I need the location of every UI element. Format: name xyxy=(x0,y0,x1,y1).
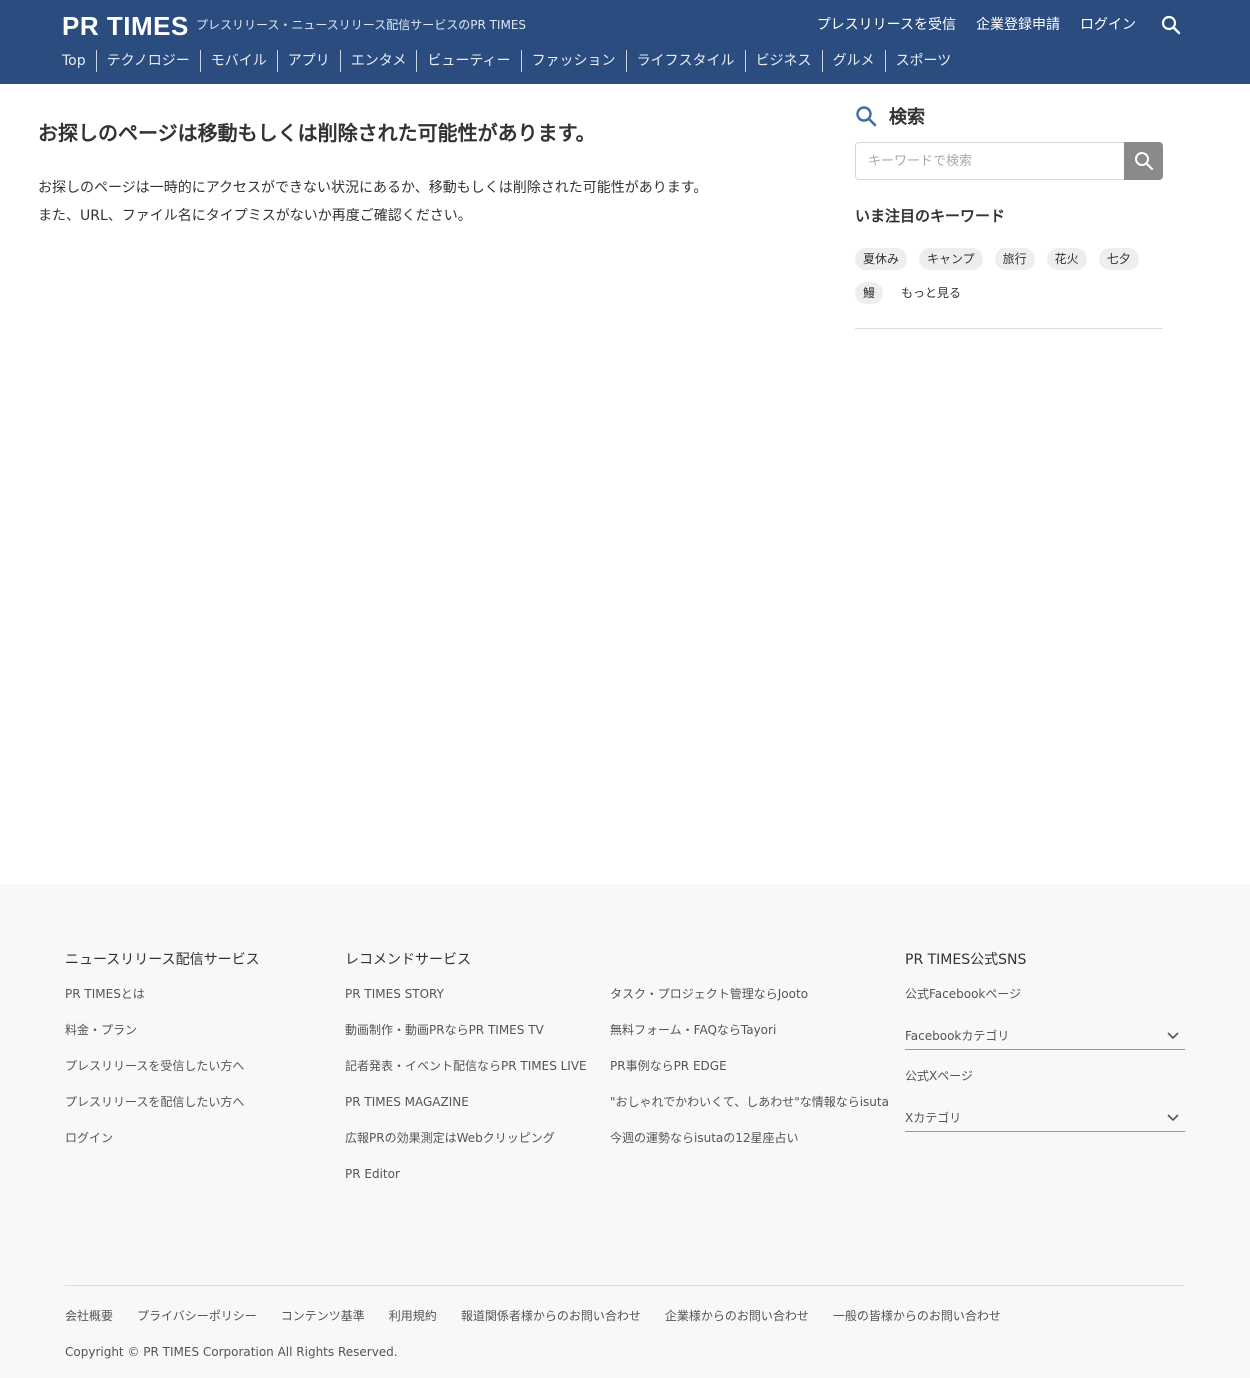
footer-link[interactable]: ログイン xyxy=(65,1130,260,1166)
keyword-tag[interactable]: 夏休み xyxy=(855,248,908,270)
error-message: お探しのページは一時的にアクセスができない状況にあるか、移動もしくは削除された可… xyxy=(38,174,818,230)
footer-link[interactable]: PR TIMES MAGAZINE xyxy=(345,1094,587,1130)
footer-link[interactable]: プレスリリースを受信したい方へ xyxy=(65,1058,260,1094)
footer-column-service: ニュースリリース配信サービス PR TIMESとは 料金・プラン プレスリリース… xyxy=(65,950,260,1166)
search-input[interactable] xyxy=(855,142,1124,180)
footer-link[interactable]: "おしゃれでかわいくて、しあわせ"な情報ならisuta xyxy=(610,1094,889,1130)
category-entertainment[interactable]: エンタメ xyxy=(339,50,417,72)
error-message-line-2: また、URL、ファイル名にタイプミスがないか再度ご確認ください。 xyxy=(38,208,472,224)
site-header: PR TIMES プレスリリース・ニュースリリース配信サービスのPR TIMES… xyxy=(0,0,1250,84)
company-info-link[interactable]: 会社概要 xyxy=(65,1308,113,1324)
keyword-tag[interactable]: 旅行 xyxy=(994,248,1035,270)
category-mobile[interactable]: モバイル xyxy=(199,50,277,72)
footer-column-title: ニュースリリース配信サービス xyxy=(65,952,260,968)
footer-divider xyxy=(65,1285,1185,1286)
general-contact-link[interactable]: 一般の皆様からのお問い合わせ xyxy=(833,1308,1001,1324)
chevron-down-icon xyxy=(1167,1031,1179,1040)
footer-link[interactable]: PR TIMESとは xyxy=(65,986,260,1022)
search-form xyxy=(855,142,1163,180)
trending-keywords: 夏休み キャンプ 旅行 花火 七夕 鰻 もっと見る xyxy=(855,248,1163,304)
company-registration-link[interactable]: 企業登録申請 xyxy=(976,14,1060,36)
category-gourmet[interactable]: グルメ xyxy=(821,50,885,72)
footer-column-recommend: レコメンドサービス PR TIMES STORY 動画制作・動画PRならPR T… xyxy=(345,950,587,1202)
keyword-tag[interactable]: キャンプ xyxy=(919,248,983,270)
footer-link[interactable]: PR TIMES STORY xyxy=(345,986,587,1022)
terms-of-use-link[interactable]: 利用規約 xyxy=(389,1308,437,1324)
footer-link[interactable]: 動画制作・動画PRならPR TIMES TV xyxy=(345,1022,587,1058)
category-sports[interactable]: スポーツ xyxy=(884,50,962,72)
header-nav: プレスリリースを受信 企業登録申請 ログイン xyxy=(817,14,1182,36)
site-footer: ニュースリリース配信サービス PR TIMESとは 料金・プラン プレスリリース… xyxy=(0,884,1250,1378)
sidebar-divider xyxy=(855,328,1163,329)
content-standards-link[interactable]: コンテンツ基準 xyxy=(281,1308,365,1324)
category-nav: Top テクノロジー モバイル アプリ エンタメ ビューティー ファッション ラ… xyxy=(62,50,961,72)
x-category-select[interactable]: Xカテゴリ xyxy=(905,1096,1185,1132)
facebook-category-label: Facebookカテゴリ xyxy=(905,1029,1010,1043)
footer-link[interactable]: 今週の運勢ならisutaの12星座占い xyxy=(610,1130,889,1166)
footer-link[interactable]: PR Editor xyxy=(345,1166,587,1202)
x-category-label: Xカテゴリ xyxy=(905,1111,962,1125)
footer-column-sns: PR TIMES公式SNS 公式Facebookページ Facebookカテゴリ… xyxy=(905,950,1185,1150)
search-heading-icon xyxy=(855,105,877,127)
keyword-tag[interactable]: 花火 xyxy=(1046,248,1087,270)
search-heading-label: 検索 xyxy=(889,107,925,128)
trending-keywords-heading: いま注目のキーワード xyxy=(855,207,1006,225)
keyword-tag[interactable]: 鰻 xyxy=(855,282,884,304)
footer-bottom-links: 会社概要 プライバシーポリシー コンテンツ基準 利用規約 報道関係者様からのお問… xyxy=(65,1308,1001,1324)
keyword-tag[interactable]: 七夕 xyxy=(1098,248,1139,270)
copyright: Copyright © PR TIMES Corporation All Rig… xyxy=(65,1345,398,1359)
page-title: お探しのページは移動もしくは削除された可能性があります。 xyxy=(38,121,596,145)
footer-column-title: PR TIMES公式SNS xyxy=(905,952,1027,968)
footer-column-title: レコメンドサービス xyxy=(345,952,471,968)
category-business[interactable]: ビジネス xyxy=(744,50,822,72)
sidebar: 検索 いま注目のキーワード 夏休み キャンプ 旅行 花火 七夕 鰻 もっと見る xyxy=(855,100,1163,329)
category-technology[interactable]: テクノロジー xyxy=(95,50,200,72)
more-keywords-link[interactable]: もっと見る xyxy=(895,282,967,304)
footer-link[interactable]: プレスリリースを配信したい方へ xyxy=(65,1094,260,1130)
footer-link[interactable]: PR事例ならPR EDGE xyxy=(610,1058,889,1094)
facebook-category-select[interactable]: Facebookカテゴリ xyxy=(905,1014,1185,1050)
receive-press-release-link[interactable]: プレスリリースを受信 xyxy=(817,14,956,36)
search-icon[interactable] xyxy=(1160,14,1182,36)
category-beauty[interactable]: ビューティー xyxy=(416,50,520,72)
site-tagline: プレスリリース・ニュースリリース配信サービスのPR TIMES xyxy=(196,18,527,32)
privacy-policy-link[interactable]: プライバシーポリシー xyxy=(137,1308,257,1324)
business-contact-link[interactable]: 企業様からのお問い合わせ xyxy=(665,1308,809,1324)
footer-column-recommend-2: タスク・プロジェクト管理ならJooto 無料フォーム・FAQならTayori P… xyxy=(610,950,889,1166)
category-lifestyle[interactable]: ライフスタイル xyxy=(625,50,745,72)
footer-link[interactable]: 料金・プラン xyxy=(65,1022,260,1058)
category-top[interactable]: Top xyxy=(62,50,96,72)
footer-link[interactable]: 広報PRの効果測定はWebクリッピング xyxy=(345,1130,587,1166)
category-apps[interactable]: アプリ xyxy=(276,50,340,72)
press-contact-link[interactable]: 報道関係者様からのお問い合わせ xyxy=(461,1308,641,1324)
footer-link[interactable]: タスク・プロジェクト管理ならJooto xyxy=(610,986,889,1022)
search-heading: 検索 xyxy=(855,100,1163,132)
search-button[interactable] xyxy=(1124,142,1163,180)
footer-link[interactable]: 記者発表・イベント配信ならPR TIMES LIVE xyxy=(345,1058,587,1094)
search-button-icon xyxy=(1134,152,1153,171)
footer-link[interactable]: 無料フォーム・FAQならTayori xyxy=(610,1022,889,1058)
login-link[interactable]: ログイン xyxy=(1080,14,1136,36)
error-message-line-1: お探しのページは一時的にアクセスができない状況にあるか、移動もしくは削除された可… xyxy=(38,180,708,196)
category-fashion[interactable]: ファッション xyxy=(520,50,626,72)
chevron-down-icon xyxy=(1167,1113,1179,1122)
site-logo[interactable]: PR TIMES xyxy=(62,12,189,40)
